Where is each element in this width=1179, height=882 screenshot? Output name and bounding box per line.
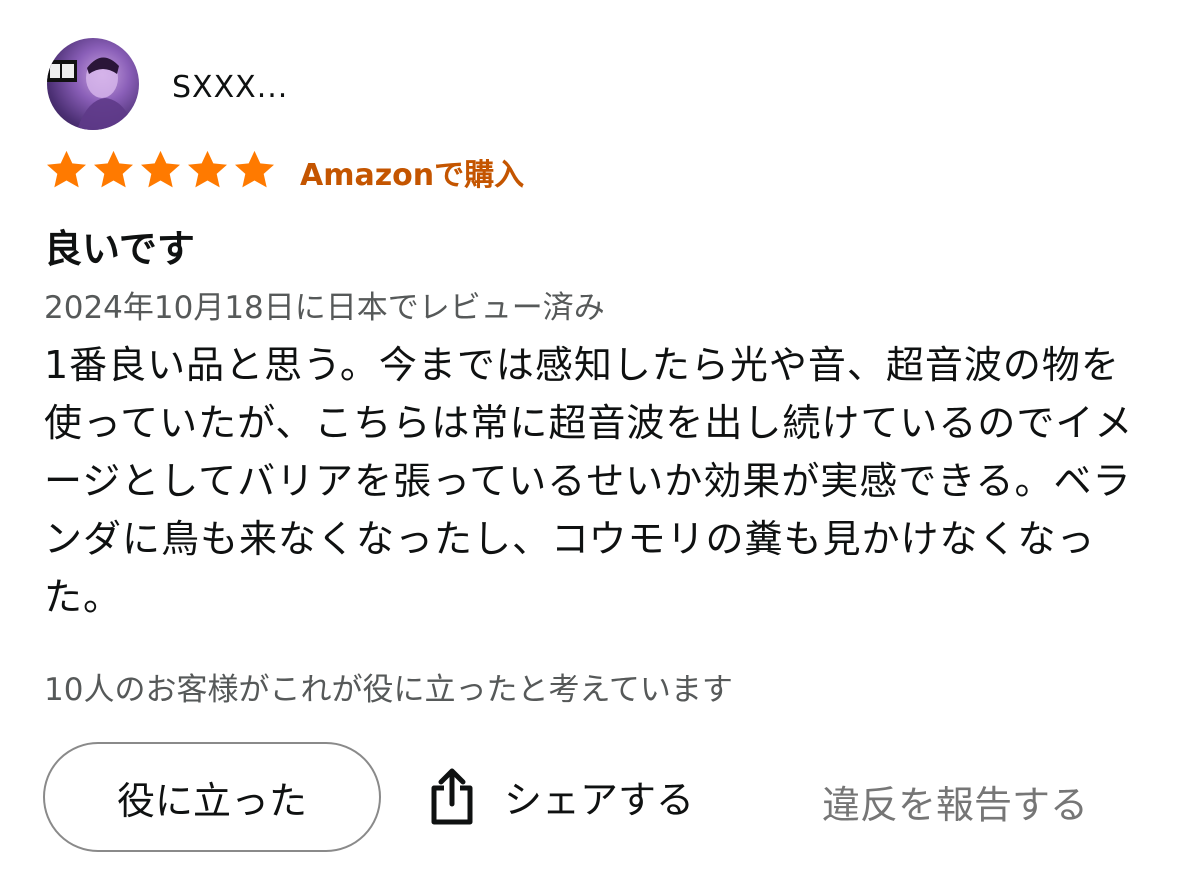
review-body: 1番良い品と思う。今までは感知したら光や音、超音波の物を使っていたが、こちらは常… [44, 343, 1134, 619]
avatar[interactable] [47, 38, 139, 130]
star-icon [188, 150, 227, 188]
star-icon [94, 150, 133, 188]
star-icon [235, 150, 274, 188]
star-icon [141, 150, 180, 188]
report-abuse-link[interactable]: 違反を報告する [822, 774, 1088, 829]
share-label: シェアする [504, 777, 695, 822]
helpful-count: 10人のお客様がこれが役に立ったと考えています [44, 672, 733, 708]
review-title: 良いです [44, 227, 195, 271]
star-icon [47, 150, 86, 188]
helpful-button[interactable]: 役に立った [43, 742, 381, 852]
share-icon [431, 768, 473, 825]
avatar-image [47, 57, 135, 130]
share-button[interactable]: シェアする [428, 766, 694, 826]
reviewer-name[interactable]: SXXX... [172, 70, 288, 105]
verified-purchase-badge: Amazonで購入 [300, 158, 525, 193]
star-rating [44, 148, 277, 193]
review-date: 2024年10月18日に日本でレビュー済み [44, 290, 605, 326]
